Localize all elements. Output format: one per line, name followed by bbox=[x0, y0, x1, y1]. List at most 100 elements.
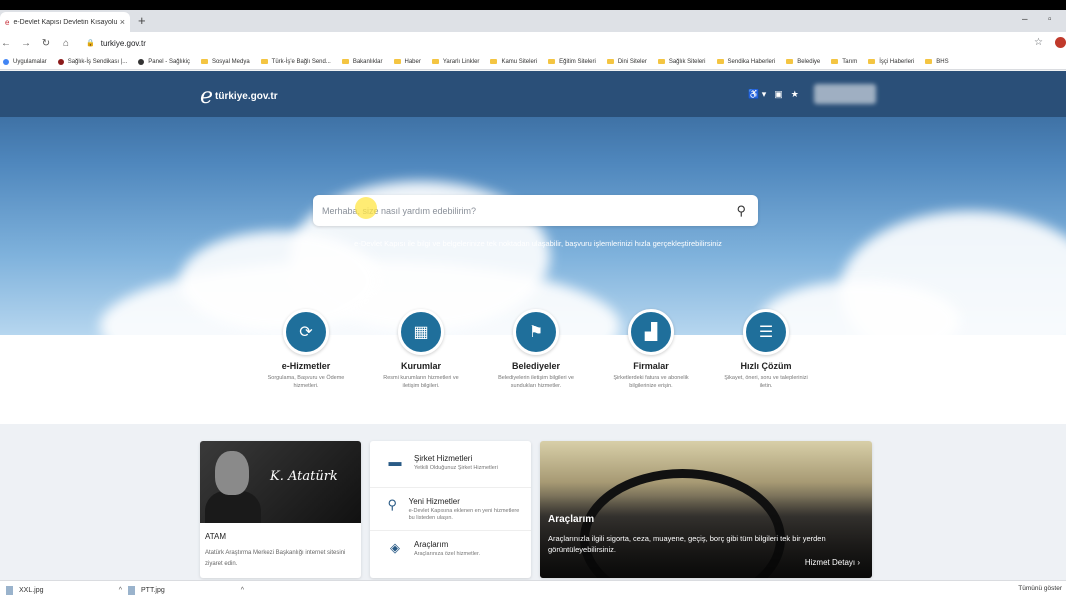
folder-icon bbox=[868, 59, 876, 64]
folder-icon bbox=[606, 59, 614, 64]
bookmark-item[interactable]: Yararlı Linkler bbox=[431, 59, 479, 65]
folder-icon bbox=[716, 59, 724, 64]
folder-icon bbox=[831, 59, 839, 64]
folder-icon bbox=[431, 59, 439, 64]
service-title: Araçlarım bbox=[414, 540, 449, 549]
home-icon[interactable]: ⌂ bbox=[60, 38, 72, 49]
id-card-icon[interactable]: ▣ bbox=[774, 89, 783, 100]
favorites-star-icon[interactable]: ★ bbox=[791, 89, 799, 100]
forward-icon[interactable]: → bbox=[20, 38, 32, 49]
edevlet-favicon-icon: e bbox=[5, 17, 10, 27]
vehicles-feature-card[interactable]: Araçlarım Araçlarınızla ilgili sigorta, … bbox=[540, 441, 872, 578]
ataturk-photo: K. Atatürk bbox=[200, 441, 361, 523]
profile-avatar[interactable] bbox=[1055, 37, 1066, 48]
bookmark-item[interactable]: Tarım bbox=[831, 59, 857, 65]
folder-icon bbox=[490, 59, 498, 64]
pin-icon: ⚲ bbox=[387, 497, 398, 512]
browser-window: e e-Devlet Kapısı Devletin Kısayolu × + … bbox=[0, 10, 1066, 600]
category-description: Şikayet, öneri, soru ve taleplerinizi il… bbox=[724, 375, 808, 389]
service-item[interactable]: ▬ Şirket Hizmetleri Yetkili Olduğunuz Şirk… bbox=[370, 445, 531, 488]
bookmark-item[interactable]: Bakanlıklar bbox=[341, 59, 383, 65]
reload-icon[interactable]: ↻ bbox=[40, 38, 52, 49]
category-description: Belediyelerin iletişim bilgileri ve sund… bbox=[498, 375, 574, 389]
back-icon[interactable]: ← bbox=[0, 38, 12, 49]
service-item[interactable]: ◈ Araçlarım Araçlarınıza özel hizmetler. bbox=[370, 531, 531, 574]
folder-icon bbox=[341, 59, 349, 64]
category-description: Resmi kurumların hizmetleri ve iletişim … bbox=[383, 375, 459, 389]
chat-icon: ☰ bbox=[743, 309, 789, 355]
bookmark-item[interactable]: Sağlık-İş Sendikası |... bbox=[57, 58, 127, 65]
file-icon bbox=[128, 586, 135, 595]
bookmark-item[interactable]: Sosyal Medya bbox=[200, 59, 250, 65]
services-card: ▬ Şirket Hizmetleri Yetkili Olduğunuz Şirk… bbox=[370, 441, 531, 578]
folder-icon bbox=[260, 59, 268, 64]
restore-icon[interactable]: ▫ bbox=[1048, 14, 1052, 25]
url-text: turkiye.gov.tr bbox=[100, 38, 146, 48]
login-button[interactable] bbox=[814, 84, 876, 104]
search-box[interactable]: Merhaba, size nasıl yardım edebilirim? ⚲ bbox=[313, 195, 758, 226]
bookmark-item[interactable]: Sendika Haberleri bbox=[716, 59, 775, 65]
download-item[interactable]: XXL.jpg ^ bbox=[6, 586, 122, 595]
folder-icon bbox=[925, 59, 933, 64]
category-name: Firmalar bbox=[633, 361, 669, 371]
bookmark-star-icon[interactable]: ☆ bbox=[1034, 37, 1043, 48]
download-item[interactable]: PTT.jpg ^ bbox=[128, 586, 244, 595]
bookmark-item[interactable]: Panel - Sağlıkiç bbox=[138, 58, 190, 65]
logo-mark-icon: e bbox=[200, 84, 214, 109]
feature-description: Araçlarınızla ilgili sigorta, ceza, muay… bbox=[548, 534, 826, 554]
search-input[interactable]: Merhaba, size nasıl yardım edebilirim? bbox=[322, 206, 736, 216]
folder-icon bbox=[786, 59, 794, 64]
bookmark-item[interactable]: Sağlık Siteleri bbox=[657, 59, 706, 65]
bookmark-item[interactable]: Uygulamalar bbox=[3, 58, 47, 65]
category-3[interactable]: ⚑ Belediyeler Belediyelerin iletişim bilgi… bbox=[481, 309, 591, 390]
signpost-icon: ⚑ bbox=[513, 309, 559, 355]
signature: K. Atatürk bbox=[270, 469, 338, 484]
close-tab-icon[interactable]: × bbox=[120, 17, 125, 27]
show-all-button[interactable]: Tümünü göster bbox=[1018, 585, 1062, 592]
search-icon[interactable]: ⚲ bbox=[736, 203, 746, 219]
factory-icon: ▟ bbox=[628, 309, 674, 355]
hero-section: e türkiye.gov.tr ♿ ▾ ▣ ★ Merhaba, size n… bbox=[0, 71, 1066, 335]
bookmark-item[interactable]: Haber bbox=[393, 59, 421, 65]
bookmark-item[interactable]: Belediye bbox=[786, 59, 820, 65]
minimize-icon[interactable]: – bbox=[1022, 14, 1028, 25]
card-title: ATAM bbox=[205, 532, 227, 541]
bookmark-item[interactable]: Dini Siteler bbox=[606, 59, 647, 65]
file-icon bbox=[6, 586, 13, 595]
folder-icon bbox=[657, 59, 665, 64]
accessibility-icon[interactable]: ♿ ▾ bbox=[748, 89, 766, 100]
bookmark-item[interactable]: Kamu Siteleri bbox=[490, 59, 537, 65]
service-title: Yeni Hizmetler bbox=[408, 497, 460, 506]
service-detail-button[interactable]: Hizmet Detayı › bbox=[805, 558, 860, 567]
new-tab-icon[interactable]: + bbox=[138, 14, 146, 28]
lock-icon: 🔒 bbox=[86, 40, 95, 47]
bookmark-item[interactable]: BHS bbox=[925, 59, 949, 65]
chevron-up-icon[interactable]: ^ bbox=[119, 587, 122, 594]
service-item[interactable]: ⚲ Yeni Hizmetler e-Devlet Kapısına eklenen… bbox=[370, 488, 531, 531]
browser-tab[interactable]: e e-Devlet Kapısı Devletin Kısayolu × bbox=[0, 12, 130, 32]
service-description: Yetkili Olduğunuz Şirket Hizmetleri bbox=[414, 465, 498, 471]
tab-strip: e e-Devlet Kapısı Devletin Kısayolu × + … bbox=[0, 10, 1066, 32]
bookmark-item[interactable]: Türk-İş'e Bağlı Send... bbox=[260, 59, 331, 65]
tab-title: e-Devlet Kapısı Devletin Kısayolu bbox=[13, 18, 118, 26]
service-description: e-Devlet Kapısına eklenen en yeni hizmet… bbox=[408, 508, 520, 521]
logo-text: türkiye.gov.tr bbox=[215, 91, 278, 102]
bookmark-item[interactable]: İşçi Haberleri bbox=[868, 59, 914, 65]
service-title: Şirket Hizmetleri bbox=[414, 454, 473, 463]
category-1[interactable]: ⟳ e-Hizmetler Sorgulama, Başvuru ve Ödeme … bbox=[251, 309, 361, 390]
feature-title: Araçlarım bbox=[548, 514, 595, 525]
chevron-up-icon[interactable]: ^ bbox=[241, 587, 244, 594]
bookmarks-bar: Uygulamalar Sağlık-İş Sendikası |... Panel… bbox=[0, 54, 1066, 70]
site-favicon-icon bbox=[57, 58, 64, 65]
site-logo[interactable]: e türkiye.gov.tr bbox=[200, 84, 278, 109]
category-2[interactable]: ▦ Kurumlar Resmi kurumların hizmetleri ve … bbox=[366, 309, 476, 390]
site-header: e türkiye.gov.tr ♿ ▾ ▣ ★ bbox=[0, 71, 1066, 117]
bookmark-item[interactable]: Eğitim Siteleri bbox=[548, 59, 596, 65]
atam-card[interactable]: K. Atatürk ATAM Atatürk Araştırma Merkez… bbox=[200, 441, 361, 578]
download-filename: PTT.jpg bbox=[141, 587, 165, 594]
url-field[interactable]: 🔒 turkiye.gov.tr bbox=[86, 39, 146, 48]
category-5[interactable]: ☰ Hızlı Çözüm Şikayet, öneri, soru ve tale… bbox=[711, 309, 821, 390]
category-4[interactable]: ▟ Firmalar Şirketlerdeki fatura ve aboneli… bbox=[596, 309, 706, 390]
category-description: Şirketlerdeki fatura ve abonelik bilgile… bbox=[613, 375, 689, 389]
site-favicon-icon bbox=[3, 58, 9, 65]
